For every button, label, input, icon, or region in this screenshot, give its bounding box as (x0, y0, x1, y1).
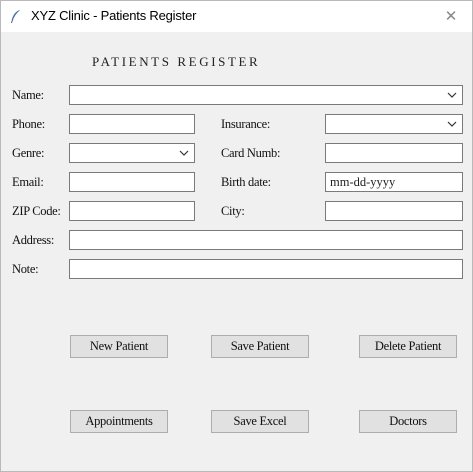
card-number-field[interactable] (325, 143, 463, 163)
insurance-label: Insurance: (221, 117, 271, 131)
card-number-label: Card Numb: (221, 146, 281, 160)
phone-label: Phone: (12, 117, 45, 131)
phone-field[interactable] (69, 114, 195, 134)
city-field[interactable] (325, 201, 463, 221)
form-heading: PATIENTS REGISTER (92, 54, 261, 69)
delete-patient-button[interactable]: Delete Patient (359, 335, 457, 358)
title-bar: XYZ Clinic - Patients Register ✕ (1, 1, 472, 32)
chevron-down-icon[interactable] (179, 149, 189, 157)
email-label: Email: (12, 175, 44, 189)
zip-code-field[interactable] (69, 201, 195, 221)
name-label: Name: (12, 88, 44, 102)
city-label: City: (221, 204, 245, 218)
name-combobox[interactable] (69, 85, 463, 105)
save-patient-button[interactable]: Save Patient (211, 335, 309, 358)
feather-icon (10, 9, 21, 23)
app-window: XYZ Clinic - Patients Register ✕ PATIENT… (0, 0, 473, 472)
insurance-combobox[interactable] (325, 114, 463, 134)
address-field[interactable] (69, 230, 463, 250)
save-excel-button[interactable]: Save Excel (211, 410, 309, 433)
new-patient-button[interactable]: New Patient (70, 335, 168, 358)
chevron-down-icon[interactable] (447, 120, 457, 128)
address-label: Address: (12, 233, 55, 247)
birth-date-field[interactable]: mm-dd-yyyy (325, 172, 463, 192)
genre-combobox[interactable] (69, 143, 195, 163)
note-field[interactable] (69, 259, 463, 279)
note-label: Note: (12, 262, 39, 276)
window-title: XYZ Clinic - Patients Register (31, 8, 197, 23)
appointments-button[interactable]: Appointments (70, 410, 168, 433)
chevron-down-icon[interactable] (447, 91, 457, 99)
email-field[interactable] (69, 172, 195, 192)
zip-code-label: ZIP Code: (12, 204, 61, 218)
close-icon[interactable]: ✕ (440, 6, 462, 26)
birth-date-label: Birth date: (221, 175, 271, 189)
doctors-button[interactable]: Doctors (359, 410, 457, 433)
genre-label: Genre: (12, 146, 45, 160)
